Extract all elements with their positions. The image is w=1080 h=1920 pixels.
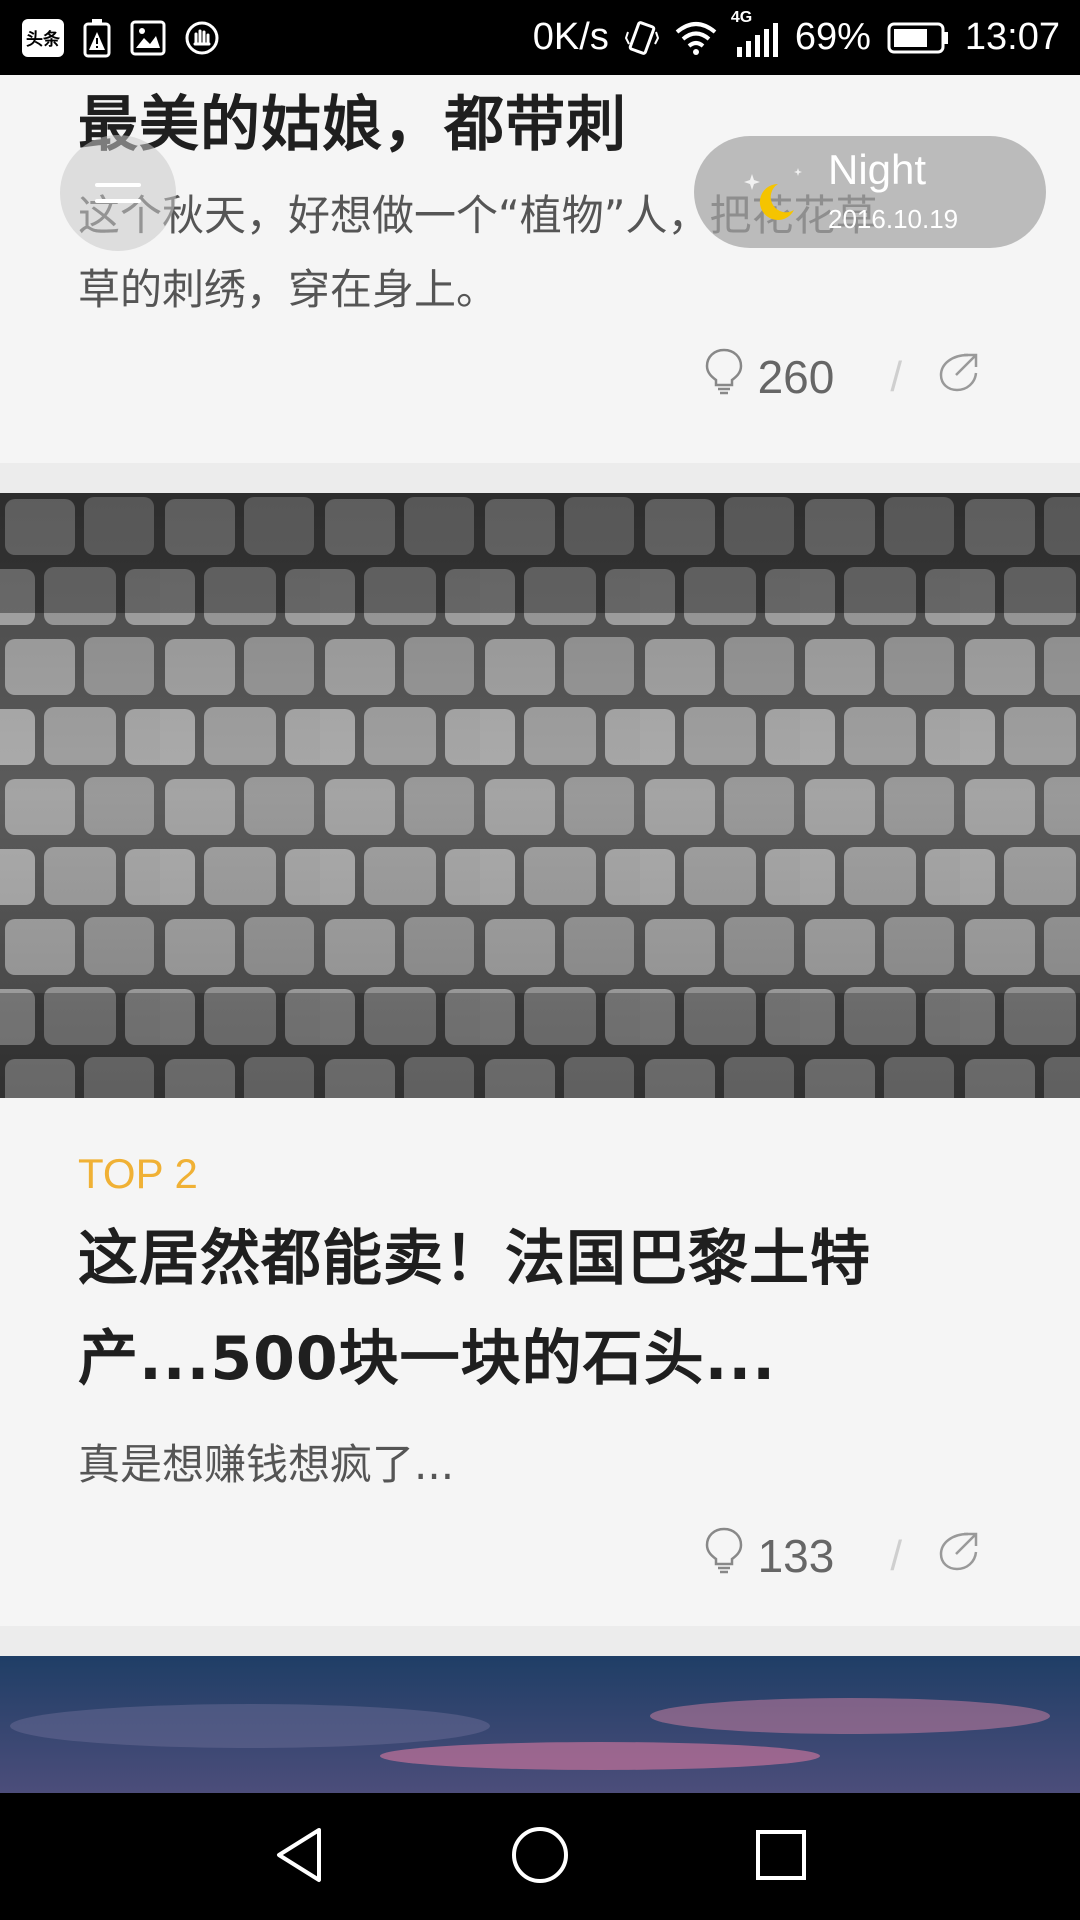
share-icon[interactable]: [938, 350, 980, 404]
article-card-top2[interactable]: TOP 2 这居然都能卖！法国巴黎土特 产...500块一块的石头... 真是想…: [0, 1098, 1080, 1626]
night-mode-date: 2016.10.19: [828, 204, 959, 234]
comment-count: 260: [757, 350, 835, 403]
net-speed-text: 0K/s: [532, 16, 609, 58]
hand-gesture-icon: [184, 20, 220, 56]
article-description-line-2: 草的刺绣，穿在身上。: [78, 265, 499, 314]
article-feed[interactable]: 最美的姑娘，都带刺 这个秋天，好想做一个“植物”人，把花花草 草的刺绣，穿在身上…: [0, 75, 1080, 1793]
article-title-line-2: 产...500块一块的石头...: [78, 1324, 777, 1394]
home-icon[interactable]: [510, 1825, 570, 1889]
divider-slash: /: [890, 352, 902, 400]
divider-slash: /: [890, 1531, 902, 1579]
comment-bulb-icon[interactable]: [704, 1526, 744, 1585]
image-icon: [130, 20, 166, 56]
menu-icon-bar: [95, 199, 141, 203]
signal-4g-icon: 4G: [731, 9, 779, 59]
battery-icon: [887, 22, 949, 54]
navigation-bar: [0, 1793, 1080, 1920]
article-meta: 133 /: [704, 1526, 980, 1585]
cobblestone-photo[interactable]: [0, 493, 1080, 1098]
wifi-icon: [675, 20, 717, 56]
status-bar: 头条 0K/s 4G 69% 13:07: [0, 0, 1080, 75]
article-description: 真是想赚钱想疯了...: [78, 1440, 455, 1489]
article-meta: 260 /: [704, 347, 980, 406]
night-mode-toggle[interactable]: Night 2016.10.19: [694, 136, 1046, 248]
moon-icon: [744, 168, 802, 220]
article-card[interactable]: 最美的姑娘，都带刺 这个秋天，好想做一个“植物”人，把花花草 草的刺绣，穿在身上…: [0, 75, 1080, 463]
card-divider: [0, 463, 1080, 493]
network-type-text: 4G: [730, 8, 753, 26]
vibrate-icon: [624, 18, 659, 58]
battery-percent-text: 69%: [794, 16, 871, 58]
comment-count: 133: [757, 1529, 835, 1582]
card-divider: [0, 1626, 1080, 1656]
clock-text: 13:07: [964, 16, 1060, 58]
article-title-line-1: 这居然都能卖！法国巴黎土特: [78, 1224, 871, 1294]
menu-icon-bar: [95, 183, 141, 187]
menu-button[interactable]: [60, 135, 176, 251]
comment-bulb-icon[interactable]: [704, 347, 744, 406]
toutiao-app-icon: 头条: [22, 18, 64, 57]
recents-icon[interactable]: [755, 1829, 807, 1885]
night-mode-label: Night: [828, 146, 927, 193]
battery-warning-icon: [82, 18, 112, 58]
back-icon[interactable]: [273, 1826, 325, 1888]
rank-label: TOP 2: [78, 1150, 198, 1197]
share-icon[interactable]: [938, 1529, 980, 1583]
sunset-sky-photo[interactable]: [0, 1656, 1080, 1793]
